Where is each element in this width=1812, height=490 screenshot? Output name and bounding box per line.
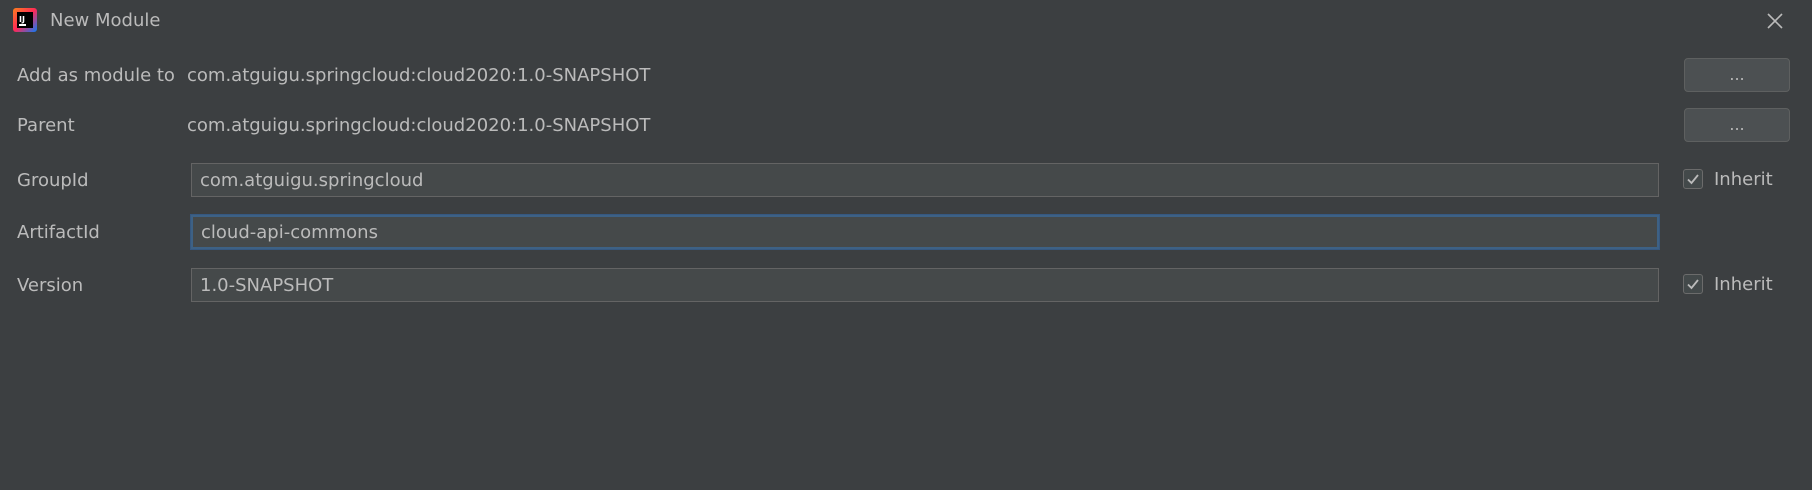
add-as-module-browse-button[interactable]: ... xyxy=(1684,58,1790,92)
artifactid-label: ArtifactId xyxy=(17,222,100,243)
groupid-row: GroupId Inherit xyxy=(0,161,1812,201)
version-row: Version Inherit xyxy=(0,266,1812,306)
intellij-idea-icon: IJ xyxy=(13,8,37,32)
groupid-input[interactable] xyxy=(191,163,1659,197)
close-icon[interactable] xyxy=(1762,8,1788,34)
svg-text:IJ: IJ xyxy=(19,15,25,24)
version-input[interactable] xyxy=(191,268,1659,302)
add-as-module-row: Add as module to com.atguigu.springcloud… xyxy=(0,56,1812,96)
checkbox-checked-icon xyxy=(1683,274,1703,294)
add-as-module-value: com.atguigu.springcloud:cloud2020:1.0-SN… xyxy=(187,65,651,86)
window-title: New Module xyxy=(50,10,161,31)
parent-browse-button[interactable]: ... xyxy=(1684,108,1790,142)
add-as-module-label: Add as module to xyxy=(17,65,175,86)
parent-row: Parent com.atguigu.springcloud:cloud2020… xyxy=(0,106,1812,146)
parent-label: Parent xyxy=(17,115,75,136)
title-bar: IJ New Module xyxy=(0,0,1812,42)
groupid-label: GroupId xyxy=(17,170,89,191)
artifactid-row: ArtifactId xyxy=(0,213,1812,253)
checkbox-checked-icon xyxy=(1683,169,1703,189)
parent-value: com.atguigu.springcloud:cloud2020:1.0-SN… xyxy=(187,115,651,136)
version-inherit-label: Inherit xyxy=(1714,274,1773,295)
version-label: Version xyxy=(17,275,84,296)
artifactid-input[interactable] xyxy=(191,215,1659,249)
groupid-inherit-label: Inherit xyxy=(1714,169,1773,190)
